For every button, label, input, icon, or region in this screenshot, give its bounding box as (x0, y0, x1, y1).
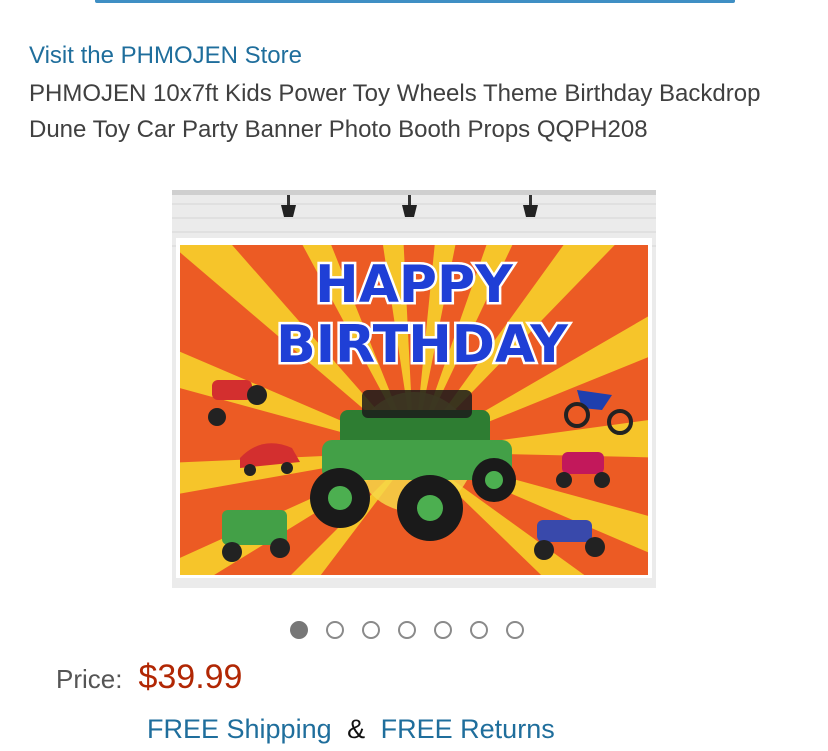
banner-birthday-text: BIRTHDAY (276, 315, 569, 375)
carousel-dot-2[interactable] (326, 621, 344, 639)
top-progress-bar (95, 0, 735, 3)
product-title: PHMOJEN 10x7ft Kids Power Toy Wheels The… (29, 80, 761, 143)
carousel-dot-5[interactable] (434, 621, 452, 639)
carousel-dot-1[interactable] (290, 621, 308, 639)
image-carousel-dots (290, 620, 524, 640)
shipping-separator: & (347, 714, 366, 744)
banner-happy-text: HAPPY (315, 255, 514, 315)
free-returns-link[interactable]: FREE Returns (381, 714, 555, 744)
shipping-row: FREE Shipping & FREE Returns (147, 711, 555, 747)
price-row: Price: $39.99 (56, 658, 242, 700)
carousel-dot-3[interactable] (362, 621, 380, 639)
product-page: Visit the PHMOJEN Store PHMOJEN 10x7ft K… (0, 0, 828, 751)
visit-store-link[interactable]: Visit the PHMOJEN Store (29, 41, 302, 71)
carousel-dot-6[interactable] (470, 621, 488, 639)
carousel-dot-4[interactable] (398, 621, 416, 639)
carousel-dot-7[interactable] (506, 621, 524, 639)
price-label: Price: (56, 664, 123, 694)
product-image[interactable]: HAPPY BIRTHDAY (172, 190, 656, 588)
price-value: $39.99 (138, 658, 243, 696)
free-shipping-link[interactable]: FREE Shipping (147, 714, 332, 744)
